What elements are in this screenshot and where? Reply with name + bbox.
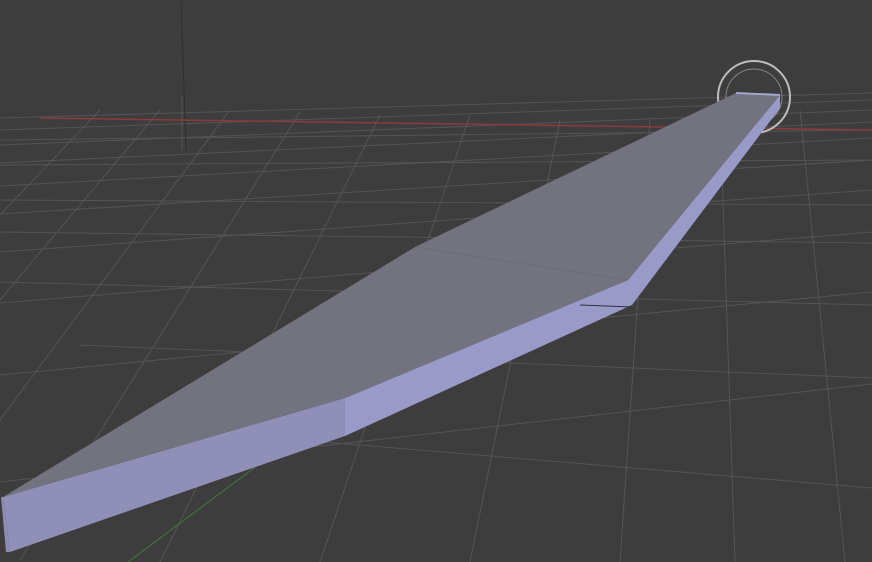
grid-line: [0, 159, 872, 215]
grid-line: [799, 109, 846, 562]
grid-line: [0, 109, 161, 301]
3d-viewport[interactable]: [0, 0, 872, 562]
grid-line: [0, 159, 872, 166]
grid-line: [0, 109, 231, 421]
blade-mesh[interactable]: [1, 92, 781, 552]
viewport-canvas[interactable]: [0, 0, 872, 562]
grid-line: [0, 199, 872, 206]
